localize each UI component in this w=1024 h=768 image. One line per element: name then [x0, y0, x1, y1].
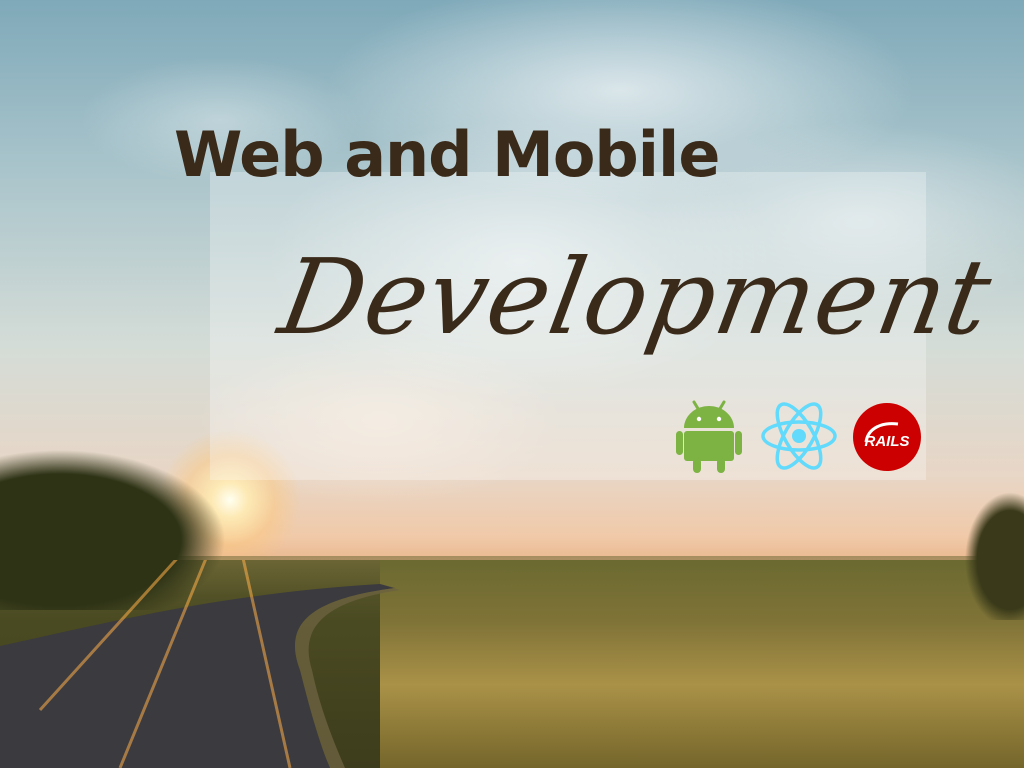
technology-logos: RAILS [676, 398, 926, 476]
road [0, 560, 400, 768]
page-subtitle: Development [271, 236, 1001, 358]
page-title: Web and Mobile [174, 118, 720, 191]
rails-icon: RAILS [853, 403, 921, 471]
android-icon [676, 400, 742, 473]
rails-logo-text: RAILS [865, 433, 910, 450]
react-icon [761, 402, 837, 470]
